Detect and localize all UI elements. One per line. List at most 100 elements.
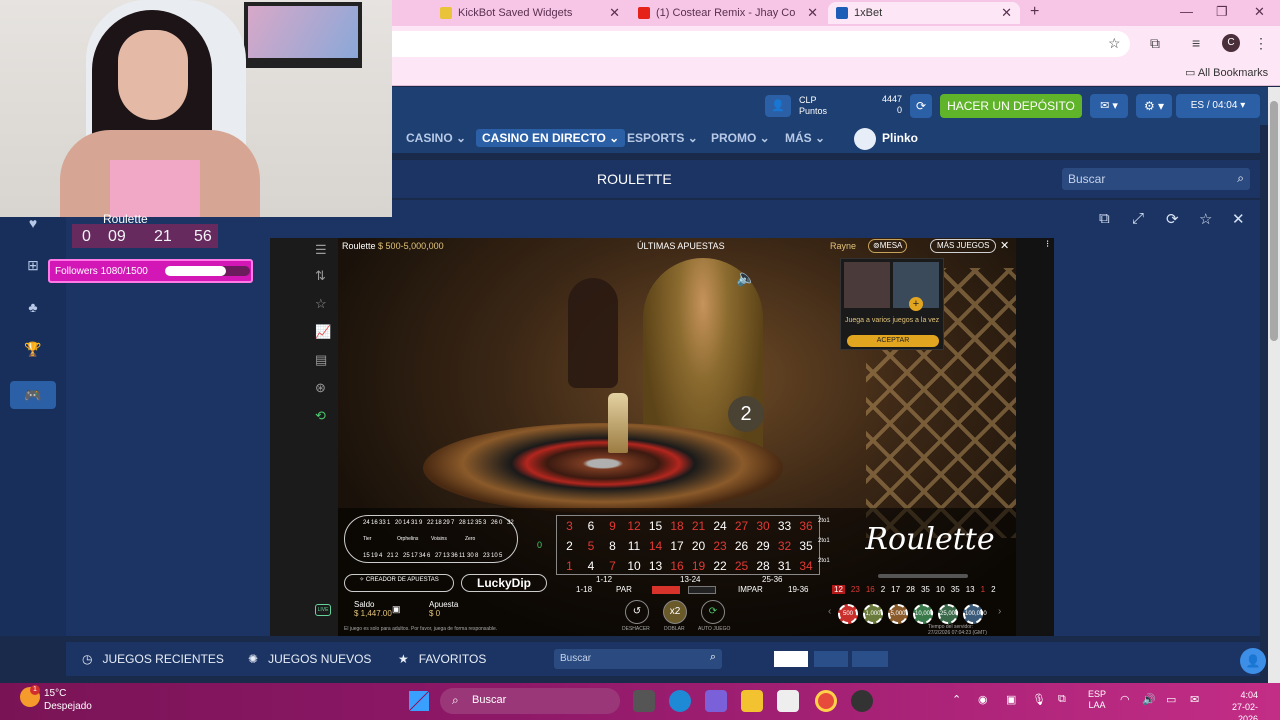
games-search-input[interactable]: Buscar ⌕	[554, 649, 722, 669]
creador-apuestas-button[interactable]: ✧ CREADOR DE APUESTAS	[344, 574, 454, 592]
racetrack-number[interactable]: 36	[451, 553, 458, 559]
number-cell[interactable]: 10	[624, 556, 645, 576]
sort-icon[interactable]: ⇅	[315, 268, 326, 284]
racetrack-number[interactable]: 29	[443, 520, 450, 526]
profile-avatar[interactable]: C	[1222, 34, 1240, 52]
number-cell[interactable]: 30	[753, 516, 774, 536]
tray-expand-icon[interactable]: ⌃	[952, 693, 961, 706]
column-bet[interactable]: 2to1	[818, 518, 830, 524]
racetrack-number[interactable]: 16	[371, 520, 378, 526]
racetrack-number[interactable]: 32	[507, 520, 514, 526]
close-icon[interactable]: ✕	[807, 5, 818, 21]
number-cell[interactable]: 31	[774, 556, 795, 576]
racetrack-number[interactable]: 26	[491, 520, 498, 526]
microphone-icon[interactable]: 🎙	[1032, 693, 1046, 706]
task-view-icon[interactable]	[633, 690, 655, 712]
chip-prev-icon[interactable]: ‹	[828, 606, 831, 617]
number-grid[interactable]: 3 6 9 12 15 18 21 24 27 30 33 36 2 5 8 11 14 17 20 23 26 29 32…	[556, 515, 820, 575]
live-roulette-game[interactable]: ☰ ⇅ ☆ 📈 ▤ ⊛ ⟲ LIVE 2 🔈 Roulette $ 500-5,…	[270, 238, 1054, 636]
layout-quad-button[interactable]	[852, 651, 888, 667]
racetrack-number[interactable]: 1	[387, 520, 390, 526]
cards-icon[interactable]: ♣	[22, 299, 44, 319]
number-cell[interactable]: 12	[624, 516, 645, 536]
all-bookmarks-link[interactable]: ▭ All Bookmarks	[1185, 66, 1268, 79]
favoritos-tab[interactable]: ★ FAVORITOS	[398, 652, 486, 666]
racetrack[interactable]: 24 16 33 1 20 14 31 9 22 18 29 7 28 12 35 3 26 0 32 15 19 4 21…	[344, 515, 518, 563]
media-icon[interactable]: ≡	[1192, 35, 1200, 51]
outside-bet[interactable]: 19-36	[788, 585, 808, 594]
search-icon[interactable]: ⌕	[1237, 171, 1244, 186]
racetrack-number[interactable]: 10	[491, 553, 498, 559]
zero-cell[interactable]: 0	[537, 540, 542, 550]
racetrack-number[interactable]: 24	[363, 520, 370, 526]
number-cell[interactable]: 3	[559, 516, 580, 536]
deposit-button[interactable]: HACER UN DEPÓSITO	[940, 94, 1082, 118]
racetrack-number[interactable]: 3	[483, 520, 486, 526]
number-cell[interactable]: 19	[688, 556, 709, 576]
reload-icon[interactable]: ⟳	[1166, 210, 1179, 228]
scrollbar-thumb[interactable]	[1270, 101, 1278, 341]
number-cell[interactable]: 4	[581, 556, 602, 576]
nav-plinko[interactable]: Plinko	[882, 131, 918, 145]
outside-bet[interactable]: IMPAR	[738, 585, 763, 594]
number-cell[interactable]: 35	[796, 536, 817, 556]
chart-icon[interactable]: 📈	[315, 324, 331, 340]
page-scrollbar[interactable]	[1268, 87, 1280, 683]
number-cell[interactable]: 25	[731, 556, 752, 576]
new-tab-icon[interactable]: +	[1030, 3, 1039, 21]
racetrack-number[interactable]: 35	[475, 520, 482, 526]
number-cell[interactable]: 8	[602, 536, 623, 556]
ultimas-apuestas[interactable]: ÚLTIMAS APUESTAS	[637, 241, 725, 251]
number-cell[interactable]: 18	[667, 516, 688, 536]
number-cell[interactable]: 36	[796, 516, 817, 536]
racetrack-number[interactable]: 5	[499, 553, 502, 559]
racetrack-number[interactable]: 2	[395, 553, 398, 559]
racetrack-number[interactable]: 7	[451, 520, 454, 526]
racetrack-section[interactable]: Zero	[465, 536, 475, 542]
racetrack-number[interactable]: 17	[411, 553, 418, 559]
tray-app-icon[interactable]: ◉	[978, 693, 988, 706]
racetrack-section[interactable]: Tier	[363, 536, 371, 542]
number-cell[interactable]: 24	[710, 516, 731, 536]
racetrack-section[interactable]: Orphelins	[397, 536, 418, 542]
info-icon[interactable]: ⁝	[1046, 239, 1049, 250]
racetrack-number[interactable]: 0	[499, 520, 502, 526]
site-search-input[interactable]: Buscar ⌕	[1062, 168, 1250, 190]
number-cell[interactable]: 21	[688, 516, 709, 536]
number-cell[interactable]: 5	[581, 536, 602, 556]
restore-icon[interactable]: ❐	[1216, 4, 1228, 20]
number-cell[interactable]: 11	[624, 536, 645, 556]
chip-25000[interactable]: 25,000	[938, 604, 958, 624]
number-cell[interactable]: 7	[602, 556, 623, 576]
roulette-icon[interactable]: ⊛	[315, 380, 326, 396]
chrome-icon[interactable]	[815, 690, 837, 712]
racetrack-number[interactable]: 21	[387, 553, 394, 559]
url-input[interactable]	[380, 31, 1130, 57]
number-cell[interactable]: 22	[710, 556, 731, 576]
juegos-recientes-tab[interactable]: ◷ JUEGOS RECIENTES	[82, 652, 224, 666]
juegos-nuevos-tab[interactable]: ✺ JUEGOS NUEVOS	[248, 652, 371, 666]
refresh-balance-button[interactable]: ⟳	[910, 94, 932, 118]
trophy-icon[interactable]: 🏆	[22, 341, 44, 361]
window-mode-icon[interactable]: ⧉	[1099, 210, 1110, 227]
copilot-icon[interactable]	[705, 690, 727, 712]
number-cell[interactable]: 26	[731, 536, 752, 556]
autoplay-button[interactable]: ⟳	[701, 600, 725, 624]
nav-promo[interactable]: PROMO ⌄	[711, 131, 770, 145]
racetrack-number[interactable]: 11	[459, 553, 465, 559]
number-cell[interactable]: 27	[731, 516, 752, 536]
number-cell[interactable]: 32	[774, 536, 795, 556]
chip-500[interactable]: 500	[838, 604, 858, 624]
star-icon[interactable]: ☆	[315, 296, 327, 312]
black-bet[interactable]	[688, 586, 716, 594]
language-indicator[interactable]: ESP LAA	[1088, 689, 1106, 711]
racetrack-number[interactable]: 14	[403, 520, 410, 526]
wallet-icon[interactable]: ▣	[392, 604, 401, 615]
racetrack-number[interactable]: 22	[427, 520, 434, 526]
nav-esports[interactable]: ESPORTS ⌄	[627, 131, 698, 145]
history-icon[interactable]: ▤	[315, 352, 327, 368]
red-bet[interactable]	[652, 586, 680, 594]
close-game-icon[interactable]: ✕	[1232, 210, 1245, 228]
menu-icon[interactable]: ☰	[315, 242, 327, 258]
double-button[interactable]: x2	[663, 600, 687, 624]
